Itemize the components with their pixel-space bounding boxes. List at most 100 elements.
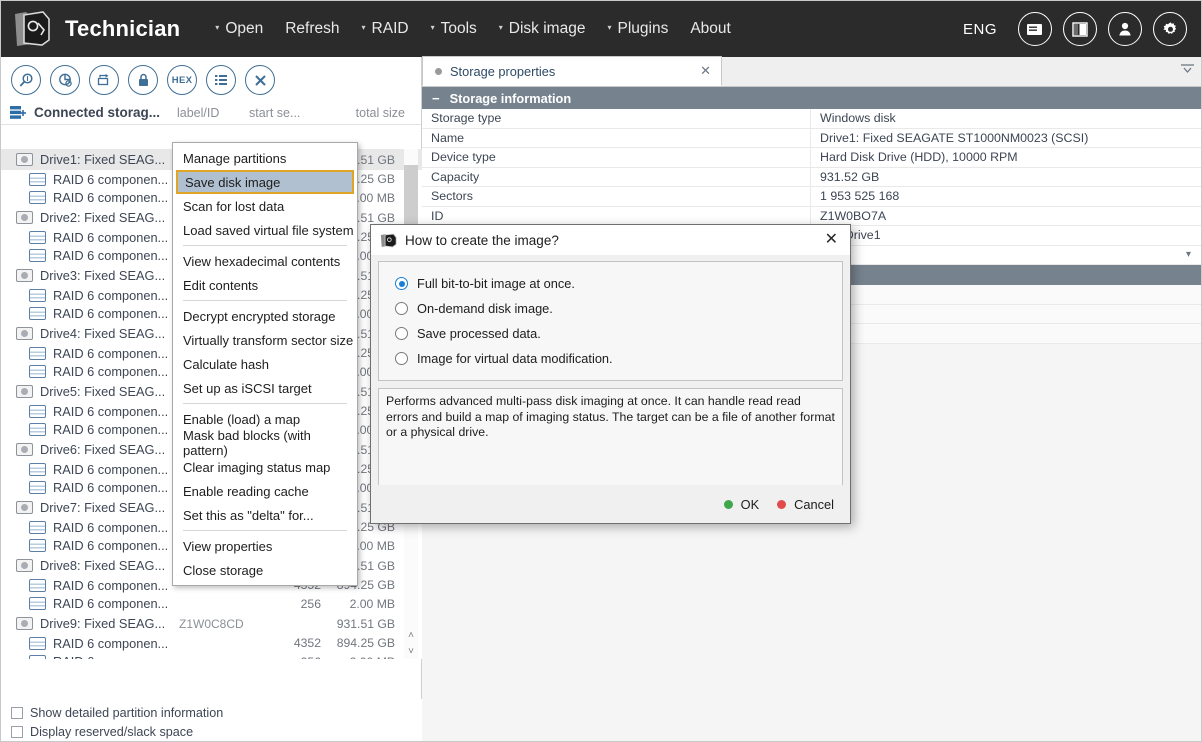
radio-button-icon[interactable]	[395, 277, 408, 290]
context-menu-item[interactable]: Decrypt encrypted storage	[173, 304, 357, 328]
disk-analyze-icon[interactable]	[50, 65, 80, 95]
table-row[interactable]: RAID 6 componen... 4352 894.25 GB	[1, 634, 422, 653]
table-row[interactable]: Drive9: Fixed SEAG... Z1W0C8CD 931.51 GB	[1, 613, 422, 634]
menu-item-raid[interactable]: ▾ RAID	[351, 1, 420, 57]
property-row: Device type Hard Disk Drive (HDD), 10000 …	[422, 148, 1201, 168]
row-name-cell: RAID 6 componen...	[1, 346, 179, 361]
radio-option[interactable]: Full bit-to-bit image at once.	[379, 271, 842, 296]
radio-label: Image for virtual data modification.	[417, 351, 613, 366]
context-menu-item[interactable]: Mask bad blocks (with pattern)	[173, 428, 357, 458]
context-menu-item[interactable]: Manage partitions	[173, 146, 357, 170]
context-menu-item[interactable]: Edit contents	[173, 273, 357, 297]
context-menu-item[interactable]: Close storage	[173, 558, 357, 582]
hex-icon[interactable]: HEX	[167, 65, 197, 95]
tab-close-icon[interactable]: ✕	[690, 63, 711, 79]
row-name-cell: RAID 6 componen...	[1, 578, 179, 593]
radio-button-icon[interactable]	[395, 352, 408, 365]
column-header-start-sector[interactable]: start se...	[249, 106, 329, 120]
menu-item-plugins[interactable]: ▾ Plugins	[596, 1, 679, 57]
row-name: RAID 6 componen...	[53, 519, 169, 535]
radio-option[interactable]: Image for virtual data modification.	[379, 346, 842, 371]
column-header-label-id[interactable]: label/ID	[177, 106, 249, 120]
row-name-cell: Drive6: Fixed SEAG...	[1, 442, 179, 457]
checkbox-label: Display reserved/slack space	[30, 724, 194, 739]
radio-button-icon[interactable]	[395, 302, 408, 315]
column-header-total-size[interactable]: total size	[329, 106, 405, 120]
close-x-icon[interactable]	[245, 65, 275, 95]
row-start-sector: 4352	[293, 636, 321, 651]
property-value-text: 931.52 GB	[820, 169, 880, 184]
context-menu-item[interactable]: Set up as iSCSI target	[173, 376, 357, 400]
menu-item-disk-image[interactable]: ▾ Disk image	[488, 1, 597, 57]
scroll-up-arrow-icon[interactable]: ˄	[404, 627, 418, 643]
chevron-down-icon[interactable]: ▾	[1186, 249, 1191, 260]
context-menu[interactable]: Manage partitions Save disk image Scan for…	[172, 142, 358, 586]
table-row[interactable]: RAID 6 componen...2562.00 MB	[1, 653, 422, 659]
context-menu-item[interactable]: Set this as "delta" for...	[173, 503, 357, 527]
menu-separator	[183, 300, 347, 301]
menu-item-tools[interactable]: ▾ Tools	[420, 1, 488, 57]
context-menu-item[interactable]: View hexadecimal contents	[173, 249, 357, 273]
disk-transfer-icon[interactable]	[89, 65, 119, 95]
scroll-down-arrow-icon[interactable]: ˅	[404, 643, 418, 659]
radio-option[interactable]: Save processed data.	[379, 321, 842, 346]
radio-button-icon[interactable]	[395, 327, 408, 340]
list-icon[interactable]	[206, 65, 236, 95]
checkbox-display-reserved-slack-space[interactable]: Display reserved/slack space	[11, 722, 422, 741]
table-row[interactable]: RAID 6 componen...2562.00 MB	[1, 595, 422, 614]
tab-storage-properties[interactable]: Storage properties ✕	[422, 56, 722, 86]
checkbox-box[interactable]	[11, 706, 23, 719]
context-menu-item[interactable]: Save disk image	[176, 170, 354, 194]
cancel-button[interactable]: Cancel	[777, 497, 834, 512]
row-name: RAID 6 componen...	[53, 171, 169, 187]
context-menu-item[interactable]: Calculate hash	[173, 352, 357, 376]
checkbox-box[interactable]	[11, 725, 23, 738]
window-icon[interactable]	[1018, 12, 1052, 46]
collapse-minus-icon[interactable]: −	[432, 91, 440, 106]
search-magnifier-icon[interactable]	[11, 65, 41, 95]
disk-icon	[16, 617, 33, 630]
collapse-all-icon[interactable]	[1180, 63, 1195, 77]
band-right	[810, 265, 1201, 285]
radio-option[interactable]: On-demand disk image.	[379, 296, 842, 321]
row-name: Drive3: Fixed SEAG...	[40, 268, 166, 283]
context-menu-label: Scan for lost data	[183, 198, 285, 214]
context-menu-item[interactable]: View properties	[173, 534, 357, 558]
property-value: Drive1: Fixed SEAGATE ST1000NM0023 (SCSI…	[810, 128, 1201, 147]
property-key: Storage type	[431, 111, 502, 126]
menu-item-about[interactable]: About	[679, 1, 742, 57]
column-header-name-wrap: Connected storag...	[9, 105, 177, 120]
disk-icon	[16, 211, 33, 224]
dialog-close-icon[interactable]: ✕	[821, 232, 842, 248]
gear-icon[interactable]	[1153, 12, 1187, 46]
disk-icon	[16, 269, 33, 282]
panel-layout-icon[interactable]	[1063, 12, 1097, 46]
checkbox-show-detailed-partition-information[interactable]: Show detailed partition information	[11, 703, 422, 722]
cancel-label: Cancel	[794, 496, 834, 512]
scrollbar-thumb[interactable]	[404, 165, 418, 229]
partition-icon	[29, 423, 46, 437]
section-header-storage-information[interactable]: − Storage information	[422, 87, 1201, 109]
menu-item-refresh[interactable]: Refresh	[274, 1, 350, 57]
property-row: Storage type Windows disk	[422, 109, 1201, 129]
context-menu-label: Close storage	[183, 562, 264, 578]
menu-item-open[interactable]: ▾ Open	[204, 1, 274, 57]
storage-toolbar: HEX	[1, 57, 421, 101]
context-menu-item[interactable]: Scan for lost data	[173, 194, 357, 218]
menu-label: Plugins	[617, 20, 669, 37]
context-menu-item[interactable]: Virtually transform sector size	[173, 328, 357, 352]
context-menu-item[interactable]: Enable reading cache	[173, 479, 357, 503]
main-menu: ▾ Open Refresh ▾ RAID ▾ Tools ▾ Disk ima…	[204, 1, 742, 57]
row-start-sector: 256	[263, 655, 329, 659]
language-indicator[interactable]: ENG	[963, 21, 997, 38]
property-key: Sectors	[431, 189, 474, 204]
property-value-text: Z1W0BO7A	[820, 208, 887, 223]
app-title: Technician	[65, 16, 181, 41]
context-menu-item[interactable]: Load saved virtual file system	[173, 218, 357, 242]
context-menu-item[interactable]: Clear imaging status map	[173, 455, 357, 479]
lock-icon[interactable]	[128, 65, 158, 95]
ok-button[interactable]: OK	[723, 497, 759, 512]
user-icon[interactable]	[1108, 12, 1142, 46]
menu-separator	[183, 530, 347, 531]
row-name-cell: Drive5: Fixed SEAG...	[1, 384, 179, 399]
